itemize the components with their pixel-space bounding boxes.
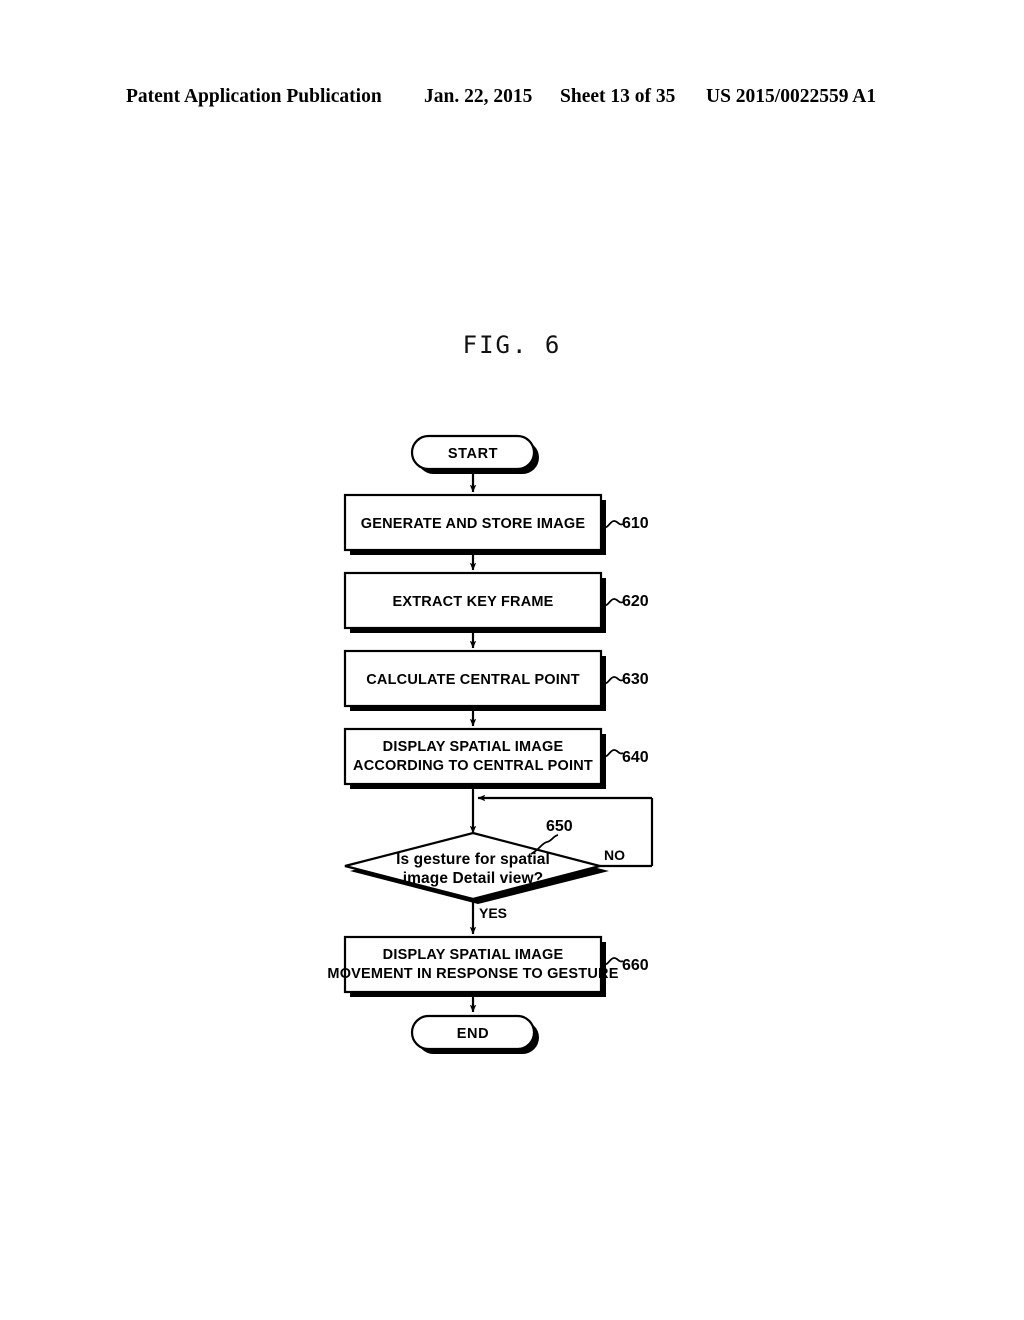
flowchart-canvas: START GENERATE AND STORE IMAGE 610 EXTRA…: [327, 434, 654, 1054]
node-decision-650-label-line1: Is gesture for spatial: [396, 851, 550, 868]
node-step-660-label-line2: MOVEMENT IN RESPONSE TO GESTURE: [327, 966, 618, 982]
node-end: END: [410, 1014, 539, 1054]
node-step-610: GENERATE AND STORE IMAGE: [343, 493, 606, 555]
flowchart-diagram: START GENERATE AND STORE IMAGE 610 EXTRA…: [0, 0, 1024, 1320]
node-step-640: DISPLAY SPATIAL IMAGE ACCORDING TO CENTR…: [343, 727, 606, 789]
node-step-630-label: CALCULATE CENTRAL POINT: [366, 672, 580, 688]
node-step-620: EXTRACT KEY FRAME: [343, 571, 606, 633]
node-step-660: DISPLAY SPATIAL IMAGE MOVEMENT IN RESPON…: [327, 935, 618, 997]
node-decision-650: Is gesture for spatial image Detail view…: [344, 831, 609, 904]
node-step-610-label: GENERATE AND STORE IMAGE: [361, 516, 586, 532]
node-start-label: START: [448, 446, 498, 462]
node-step-660-label-line1: DISPLAY SPATIAL IMAGE: [383, 947, 564, 963]
ref-number-660: 660: [622, 957, 649, 974]
node-step-630: CALCULATE CENTRAL POINT: [343, 649, 606, 711]
node-step-640-label-line1: DISPLAY SPATIAL IMAGE: [383, 739, 564, 755]
node-step-620-label: EXTRACT KEY FRAME: [392, 594, 553, 610]
ref-number-640: 640: [622, 749, 649, 766]
node-start: START: [410, 434, 539, 474]
branch-label-yes: YES: [479, 905, 507, 921]
ref-number-610: 610: [622, 515, 649, 532]
node-step-660-fill: [345, 937, 601, 992]
node-end-label: END: [457, 1026, 489, 1042]
node-step-640-fill: [345, 729, 601, 784]
ref-number-630: 630: [622, 671, 649, 688]
node-step-640-label-line2: ACCORDING TO CENTRAL POINT: [353, 758, 593, 774]
ref-number-620: 620: [622, 593, 649, 610]
ref-number-650: 650: [546, 818, 573, 835]
branch-label-no: NO: [604, 847, 625, 863]
node-decision-650-label-line2: image Detail view?: [403, 870, 544, 887]
